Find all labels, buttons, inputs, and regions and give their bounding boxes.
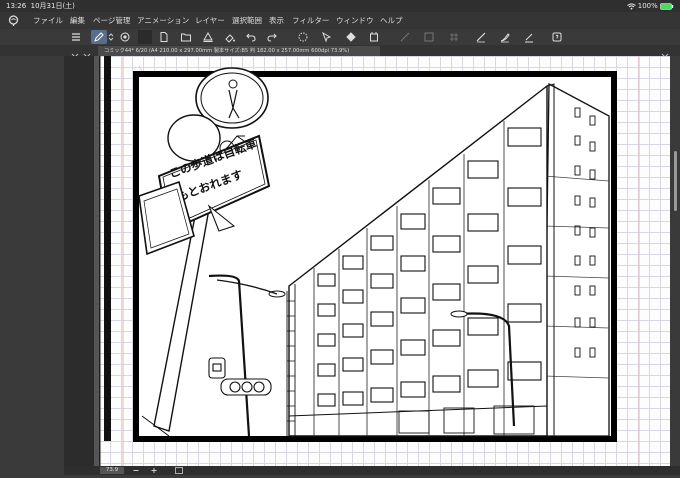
status-bar: 13:26 10月31日(土) 100% [0, 0, 680, 12]
menu-animation[interactable]: アニメーション [137, 12, 189, 29]
lasso-select-icon[interactable] [295, 30, 311, 44]
ruler-icon[interactable] [421, 30, 437, 44]
menu-help[interactable]: ヘルプ [380, 12, 403, 29]
redo-icon[interactable] [264, 30, 280, 44]
open-folder-icon[interactable] [178, 30, 194, 44]
menu-page[interactable]: ページ管理 [93, 12, 130, 29]
status-date: 10月31日(土) [30, 2, 75, 10]
menu-bar: ファイル 編集 ページ管理 アニメーション レイヤー 選択範囲 表示 フィルター… [0, 12, 680, 29]
save-icon[interactable] [200, 30, 216, 44]
color-circle-icon[interactable] [117, 30, 133, 44]
chevron-updown-icon[interactable] [107, 30, 115, 44]
tab-bar-chevrons[interactable] [68, 46, 94, 58]
wifi-icon [626, 2, 638, 10]
document-tab-bar: コミック44* 6/20 (A4 210.00 x 297.00mm 製本サイズ… [0, 45, 680, 58]
canvas-scroll-thumb[interactable] [674, 151, 677, 211]
menu-window[interactable]: ウィンドウ [336, 12, 374, 29]
menu-selection[interactable]: 選択範囲 [232, 12, 262, 29]
zoom-out-icon[interactable] [132, 466, 140, 478]
eyedropper-icon[interactable] [473, 30, 489, 44]
grid-icon[interactable] [446, 30, 462, 44]
crop-icon[interactable] [366, 30, 382, 44]
command-bar [0, 29, 680, 45]
battery-percent: 100% [637, 2, 658, 10]
battery-icon [660, 2, 674, 10]
app-logo-icon[interactable] [8, 15, 19, 26]
status-time-date: 13:26 10月31日(土) [6, 0, 75, 12]
hamburger-menu-icon[interactable] [68, 30, 84, 44]
drawing-canvas[interactable]: この歩道は自転車 もとおれます [99, 56, 670, 466]
manga-panel-artwork: この歩道は自転車 もとおれます [99, 56, 640, 466]
select-all-icon[interactable] [319, 30, 335, 44]
menu-filter[interactable]: フィルター [292, 12, 329, 29]
fit-screen-icon[interactable] [174, 466, 184, 478]
menu-layer[interactable]: レイヤー [195, 12, 225, 29]
tab-title: コミック44* 6/20 (A4 210.00 x 297.00mm 製本サイズ… [104, 48, 350, 54]
zoom-in-icon[interactable] [150, 466, 158, 478]
fill-bucket-icon[interactable] [343, 30, 359, 44]
document-tab[interactable]: コミック44* 6/20 (A4 210.00 x 297.00mm 製本サイズ… [98, 46, 380, 56]
page-list-panel [64, 56, 158, 470]
menu-view[interactable]: 表示 [269, 12, 284, 29]
undo-icon[interactable] [243, 30, 259, 44]
brush-icon[interactable] [497, 30, 513, 44]
fill-icon[interactable] [222, 30, 238, 44]
help-icon[interactable] [549, 30, 565, 44]
eraser-icon[interactable] [521, 30, 537, 44]
status-right: 100% [626, 0, 674, 12]
menu-file[interactable]: ファイル [33, 12, 63, 29]
tab-overflow-chevron-icon[interactable] [660, 46, 670, 58]
toolbar-separator [138, 30, 152, 44]
canvas-scrollbar[interactable] [670, 56, 680, 466]
menu-edit[interactable]: 編集 [70, 12, 85, 29]
new-file-icon[interactable] [156, 30, 172, 44]
canvas-status-bar: 73.9 [64, 466, 680, 475]
transform-icon[interactable] [397, 30, 413, 44]
pen-tool-icon[interactable] [91, 30, 107, 44]
zoom-level[interactable]: 73.9 [100, 467, 124, 474]
status-time: 13:26 [6, 2, 27, 10]
left-panel [0, 56, 64, 475]
